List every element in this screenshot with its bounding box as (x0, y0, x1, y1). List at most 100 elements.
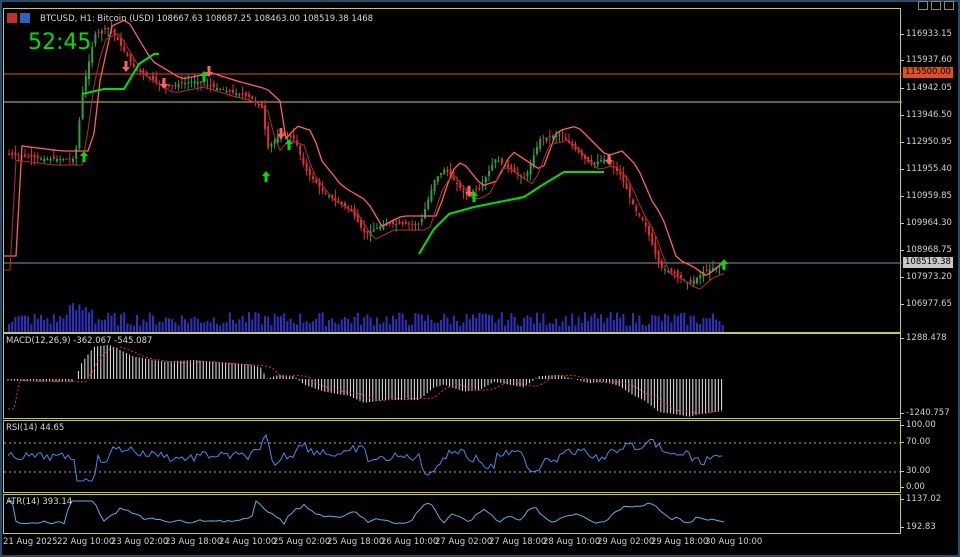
volume-bar (721, 324, 724, 332)
candle-body (673, 271, 676, 274)
volume-bar (52, 314, 55, 332)
price-tick: 113946.50 (901, 110, 952, 120)
candle-body (699, 275, 702, 278)
candle-body (212, 83, 215, 88)
time-axis: 21 Aug 2025 22 Aug 10:00 23 Aug 02:00 23… (3, 534, 901, 554)
atr-pane[interactable] (3, 494, 901, 534)
rsi-pane[interactable] (3, 420, 902, 493)
volume-bar (696, 322, 698, 332)
trend-line (418, 171, 604, 255)
candle-body (180, 82, 183, 84)
volume-bar (712, 313, 714, 332)
atr-line (8, 500, 725, 526)
volume-bar (440, 320, 442, 332)
candle-body (196, 81, 199, 85)
candle-body (398, 221, 401, 224)
candle-body (424, 209, 426, 219)
volume-bar (324, 325, 327, 332)
volume-bar (411, 324, 414, 332)
candle-body (84, 76, 87, 92)
time-label: 22 Aug 10:00 (57, 537, 115, 547)
volume-bar (648, 323, 650, 332)
price-pane[interactable] (3, 8, 902, 333)
volume-bar (235, 323, 238, 332)
volume-bar (308, 323, 311, 332)
rsi-tick: 30.00 (900, 466, 931, 476)
volume-bar (491, 315, 494, 332)
volume-bar (366, 314, 369, 332)
volume-bar (196, 318, 199, 332)
candle-body (241, 93, 244, 96)
volume-bar (238, 319, 241, 332)
time-label: 26 Aug 10:00 (381, 537, 439, 547)
volume-bar (20, 315, 23, 332)
time-label: 21 Aug 2025 (3, 537, 58, 547)
candle-body (17, 154, 20, 156)
candle-body (478, 187, 481, 190)
price-tick: 111955.40 (901, 164, 952, 174)
volume-bar (184, 319, 186, 332)
volume-bar (459, 325, 462, 332)
volume-bar (529, 317, 532, 332)
rsi-chart (4, 433, 902, 482)
volume-bar (494, 322, 497, 332)
volume-bar (209, 322, 212, 332)
candle-body (184, 83, 186, 84)
volume-bar (392, 315, 394, 332)
volume-bar (30, 324, 33, 332)
candle-body (104, 27, 106, 30)
volume-bar (232, 319, 234, 332)
candle-body (619, 172, 622, 175)
candle-body (680, 275, 682, 278)
volume-bar (347, 318, 350, 332)
volume-bar (699, 323, 702, 332)
candle-body (603, 159, 606, 163)
candle-body (36, 155, 39, 159)
price-tick: 107973.20 (901, 272, 952, 282)
volume-bar (286, 321, 289, 332)
volume-bar (280, 315, 282, 332)
volume-bar (219, 325, 222, 332)
candle-body (689, 279, 692, 284)
candle-body (56, 159, 58, 162)
time-label: 30 Aug 10:00 (705, 537, 763, 547)
candle-body (200, 81, 202, 83)
candle-body (372, 229, 375, 232)
volume-bar (155, 324, 158, 332)
volume-bar (395, 319, 398, 332)
candle-body (484, 177, 487, 183)
volume-bar (11, 321, 14, 332)
candle-body (289, 135, 292, 138)
candle-body (344, 202, 346, 206)
volume-bar (657, 316, 660, 332)
candle-body (107, 27, 110, 29)
volume-bar (212, 317, 215, 332)
volume-bar (161, 321, 164, 332)
volume-bar (340, 319, 343, 332)
candle-body (100, 30, 103, 34)
volume-bar (350, 323, 353, 332)
volume-bar (171, 319, 174, 332)
candle-body (174, 84, 177, 86)
candle-body (219, 89, 222, 91)
candle-body (190, 81, 193, 83)
candle-body (436, 176, 439, 182)
candle-body (225, 90, 228, 93)
volume-bar (468, 319, 471, 332)
volume-bar (43, 320, 46, 332)
candle-body (433, 180, 436, 192)
volume-bar (228, 312, 231, 332)
volume-bar (305, 321, 308, 332)
volume-bar (116, 325, 119, 332)
candle-body (46, 159, 49, 160)
volume-bar (260, 324, 263, 332)
volume-bar (129, 324, 132, 332)
candle-body (328, 196, 330, 198)
candle-body (315, 179, 318, 183)
candle-body (548, 136, 551, 138)
volume-bar (174, 322, 177, 332)
candle-body (152, 75, 154, 80)
atr-chart (8, 500, 725, 526)
candle-body (209, 84, 212, 86)
candle-body (417, 223, 420, 225)
